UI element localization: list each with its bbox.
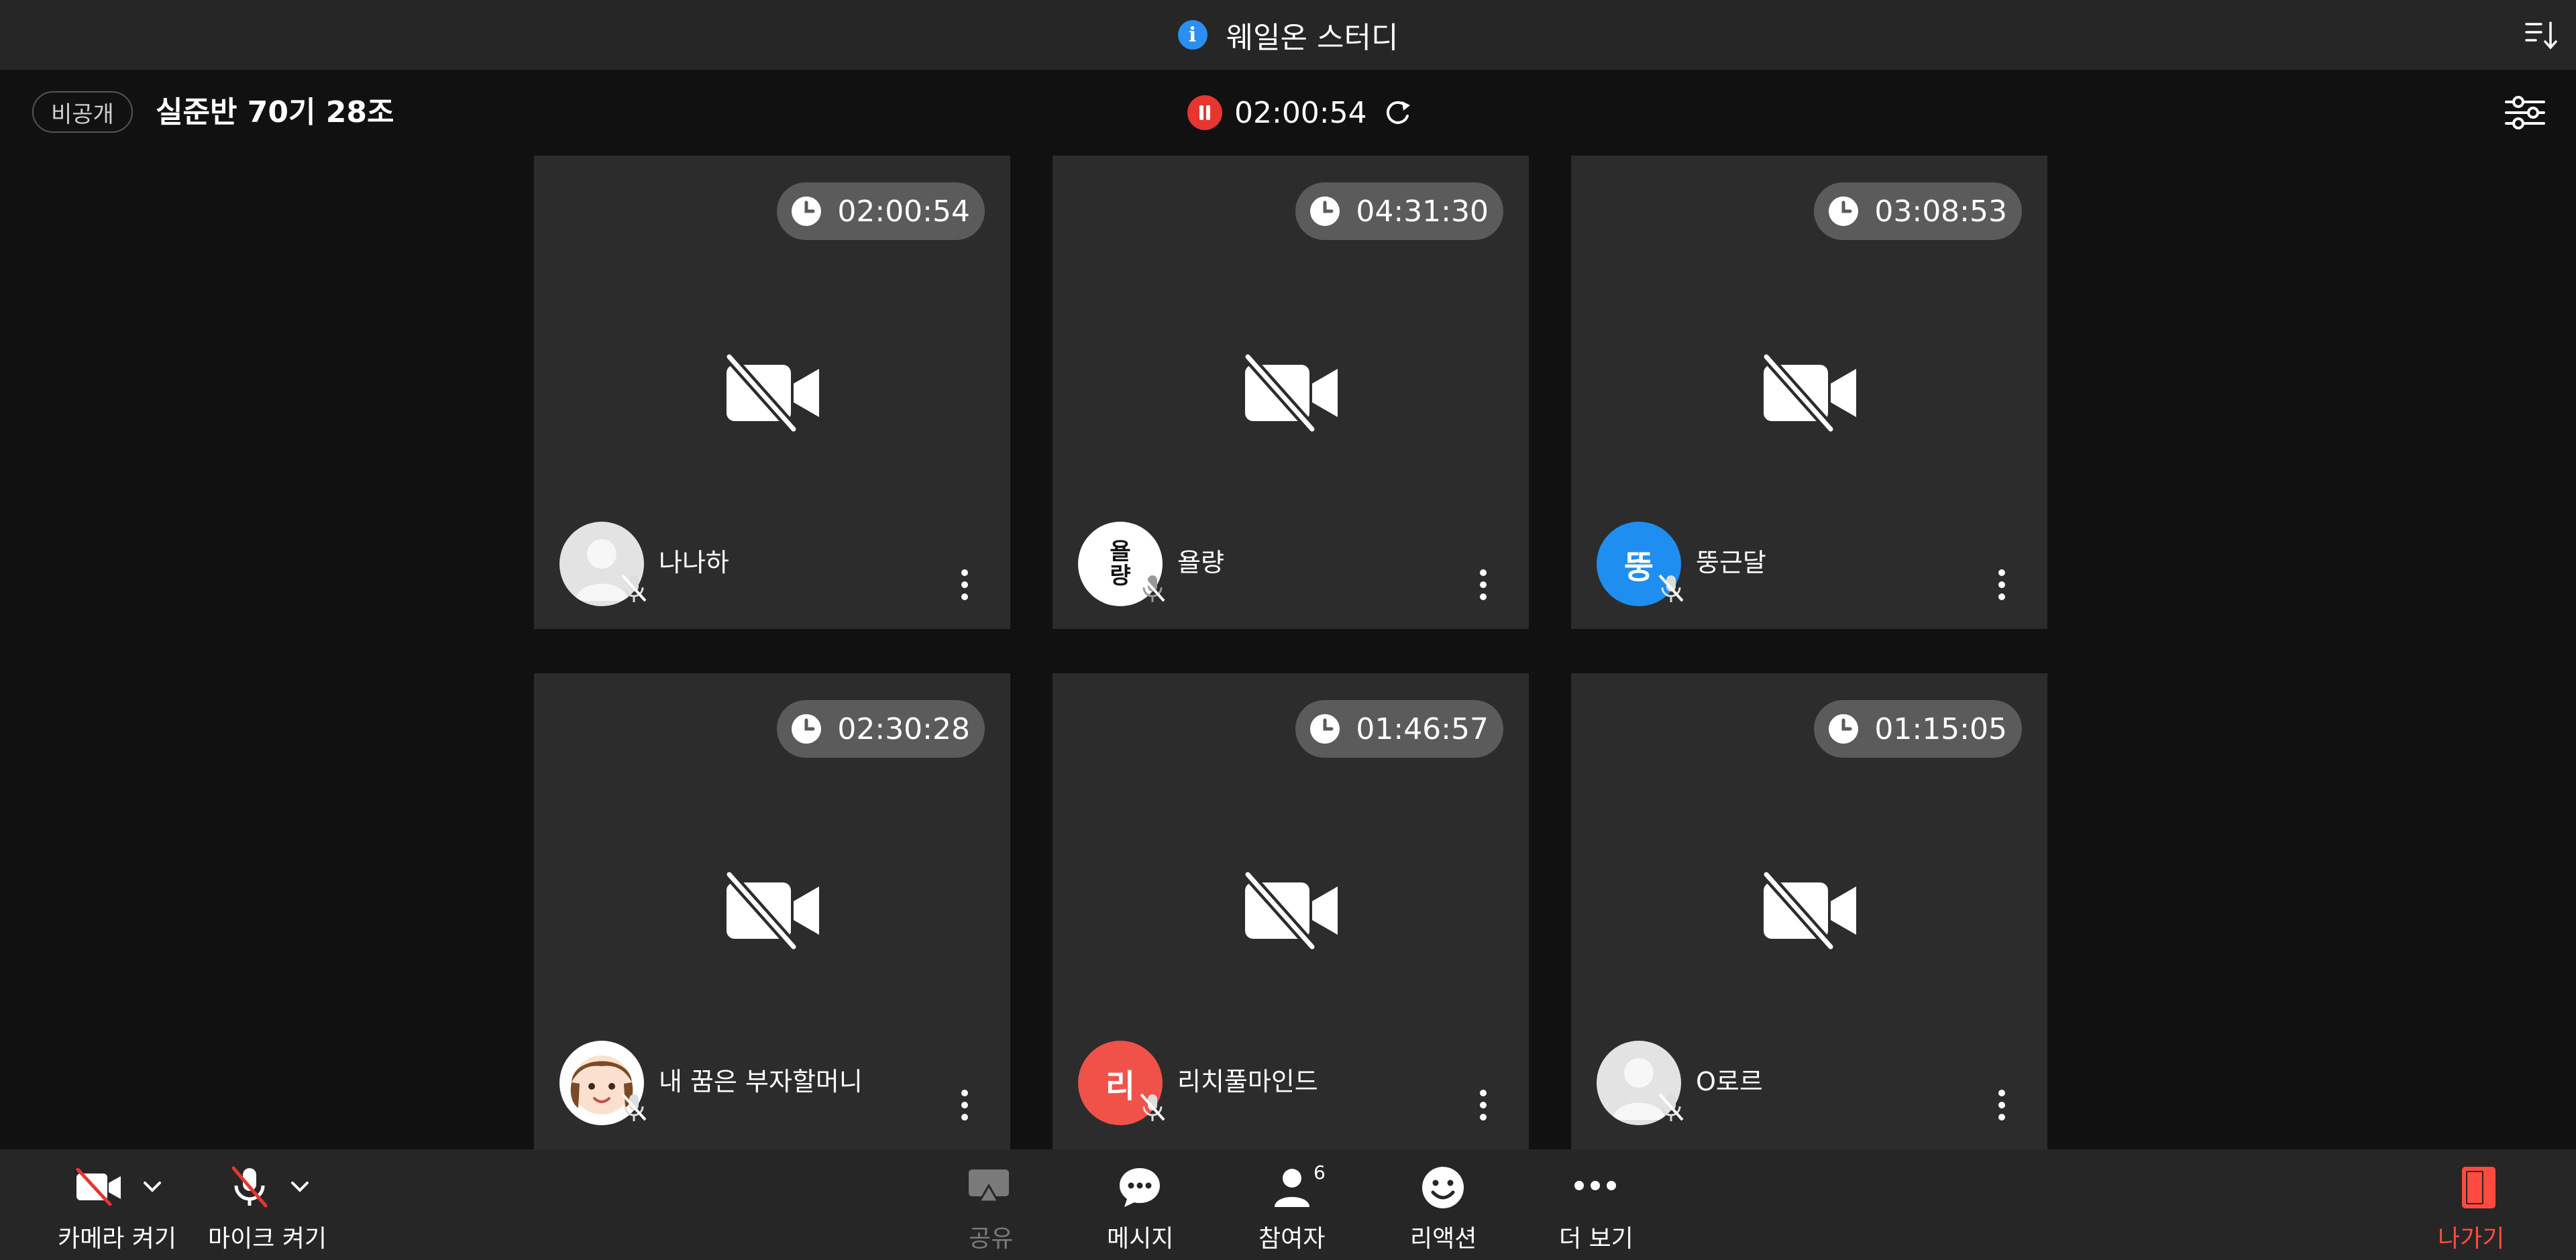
camera-off-icon <box>725 872 819 950</box>
pause-recording-icon[interactable] <box>1187 95 1222 130</box>
screen-share-icon <box>969 1169 1009 1203</box>
settings-sliders-icon[interactable] <box>2504 94 2546 131</box>
session-timer: 02:00:54 <box>777 182 985 240</box>
camera-off-icon <box>1244 354 1338 432</box>
more-label: 더 보기 <box>1559 1225 1633 1253</box>
camera-toggle-button[interactable]: 카메라 켜기 <box>40 1149 188 1260</box>
clock-icon <box>1310 714 1340 744</box>
timer-text: 02:00:54 <box>837 194 970 229</box>
participant-tile[interactable]: 02:00:54 나나하 <box>534 156 1010 629</box>
camera-off-icon <box>1762 354 1856 432</box>
camera-label: 카메라 켜기 <box>58 1225 177 1253</box>
mic-muted-icon <box>1658 574 1684 602</box>
clock-icon <box>1829 714 1859 744</box>
recording-status: 02:00:54 <box>1187 94 1413 131</box>
leave-button[interactable]: 나가기 <box>2428 1149 2516 1260</box>
mic-label: 마이크 켜기 <box>208 1225 327 1253</box>
refresh-icon[interactable] <box>1382 97 1413 128</box>
camera-off-icon <box>1244 872 1338 950</box>
bottom-toolbar: 카메라 켜기 마이크 켜기 공유 메시지 6 참여자 리액션 더 보기 나가기 <box>0 1149 2576 1260</box>
timer-text: 01:46:57 <box>1356 711 1489 746</box>
more-options-icon[interactable] <box>1479 569 1487 601</box>
share-button[interactable]: 공유 <box>955 1149 1022 1260</box>
more-options-icon[interactable] <box>961 1089 969 1121</box>
participant-name: 리치풀마인드 <box>1177 1067 1318 1096</box>
clock-icon <box>1829 196 1859 226</box>
mic-muted-icon <box>621 1093 647 1121</box>
mic-off-icon <box>231 1166 268 1208</box>
participant-tile[interactable]: 02:30:28 내 꿈은 부자할머니 <box>534 673 1010 1149</box>
clock-icon <box>792 196 822 226</box>
participant-name: O로르 <box>1696 1067 1763 1096</box>
participant-name: 나나하 <box>659 548 729 577</box>
more-options-icon[interactable] <box>1998 1089 2006 1121</box>
timer-text: 03:08:53 <box>1874 194 2007 229</box>
smiley-icon <box>1422 1167 1464 1208</box>
room-header: 비공개 실준반 70기 28조 02:00:54 <box>0 70 2576 154</box>
session-timer: 01:15:05 <box>1814 700 2022 758</box>
participant-tile[interactable]: 01:46:57 리 리치풀마인드 <box>1053 673 1529 1149</box>
recording-time: 02:00:54 <box>1234 95 1367 130</box>
participants-label: 참여자 <box>1258 1225 1326 1253</box>
session-timer: 03:08:53 <box>1814 182 2022 240</box>
participant-tile[interactable]: 04:31:30 욜 량 욜량 <box>1053 156 1529 629</box>
clock-icon <box>1310 196 1340 226</box>
session-timer: 04:31:30 <box>1295 182 1503 240</box>
participant-name: 내 꿈은 부자할머니 <box>659 1067 863 1096</box>
participants-count: 6 <box>1313 1161 1326 1184</box>
share-label: 공유 <box>969 1225 1014 1253</box>
reaction-button[interactable]: 리액션 <box>1399 1149 1487 1260</box>
ellipsis-icon <box>1574 1181 1616 1190</box>
leave-label: 나가기 <box>2438 1225 2505 1253</box>
camera-off-icon <box>1762 872 1856 950</box>
mic-muted-icon <box>1140 1093 1165 1121</box>
participants-button[interactable]: 6 참여자 <box>1248 1149 1335 1260</box>
clock-icon <box>792 714 822 744</box>
info-icon[interactable]: i <box>1177 20 1208 50</box>
participant-name: 뚱근달 <box>1696 548 1766 577</box>
camera-off-icon <box>76 1168 121 1206</box>
participant-name: 욜량 <box>1177 548 1224 577</box>
timer-text: 04:31:30 <box>1356 194 1489 229</box>
camera-off-icon <box>725 354 819 432</box>
person-icon <box>1275 1169 1309 1207</box>
more-options-icon[interactable] <box>1479 1089 1487 1121</box>
more-options-icon[interactable] <box>961 569 969 601</box>
mic-muted-icon <box>1658 1093 1684 1121</box>
timer-text: 02:30:28 <box>837 711 970 746</box>
timer-text: 01:15:05 <box>1874 711 2007 746</box>
chevron-down-icon[interactable] <box>290 1180 310 1194</box>
sort-list-icon[interactable] <box>2524 19 2561 52</box>
participant-tile[interactable]: 03:08:53 뚱 뚱근달 <box>1571 156 2047 629</box>
more-button[interactable]: 더 보기 <box>1552 1149 1640 1260</box>
reaction-label: 리액션 <box>1410 1225 1477 1253</box>
more-options-icon[interactable] <box>1998 569 2006 601</box>
visibility-badge: 비공개 <box>32 91 133 133</box>
chevron-down-icon[interactable] <box>142 1180 162 1194</box>
session-timer: 01:46:57 <box>1295 700 1503 758</box>
participant-tile[interactable]: 01:15:05 O로르 <box>1571 673 2047 1149</box>
title-bar: i 웨일온 스터디 <box>0 0 2576 70</box>
session-timer: 02:30:28 <box>777 700 985 758</box>
message-label: 메시지 <box>1107 1225 1174 1253</box>
room-name: 실준반 70기 28조 <box>156 95 394 129</box>
mic-muted-icon <box>621 574 647 602</box>
message-button[interactable]: 메시지 <box>1096 1149 1183 1260</box>
mic-muted-icon <box>1140 574 1165 602</box>
exit-door-icon <box>2462 1167 2496 1208</box>
app-title: 웨일온 스터디 <box>1226 21 1399 55</box>
mic-toggle-button[interactable]: 마이크 켜기 <box>199 1149 346 1260</box>
chat-bubble-icon <box>1120 1168 1160 1207</box>
